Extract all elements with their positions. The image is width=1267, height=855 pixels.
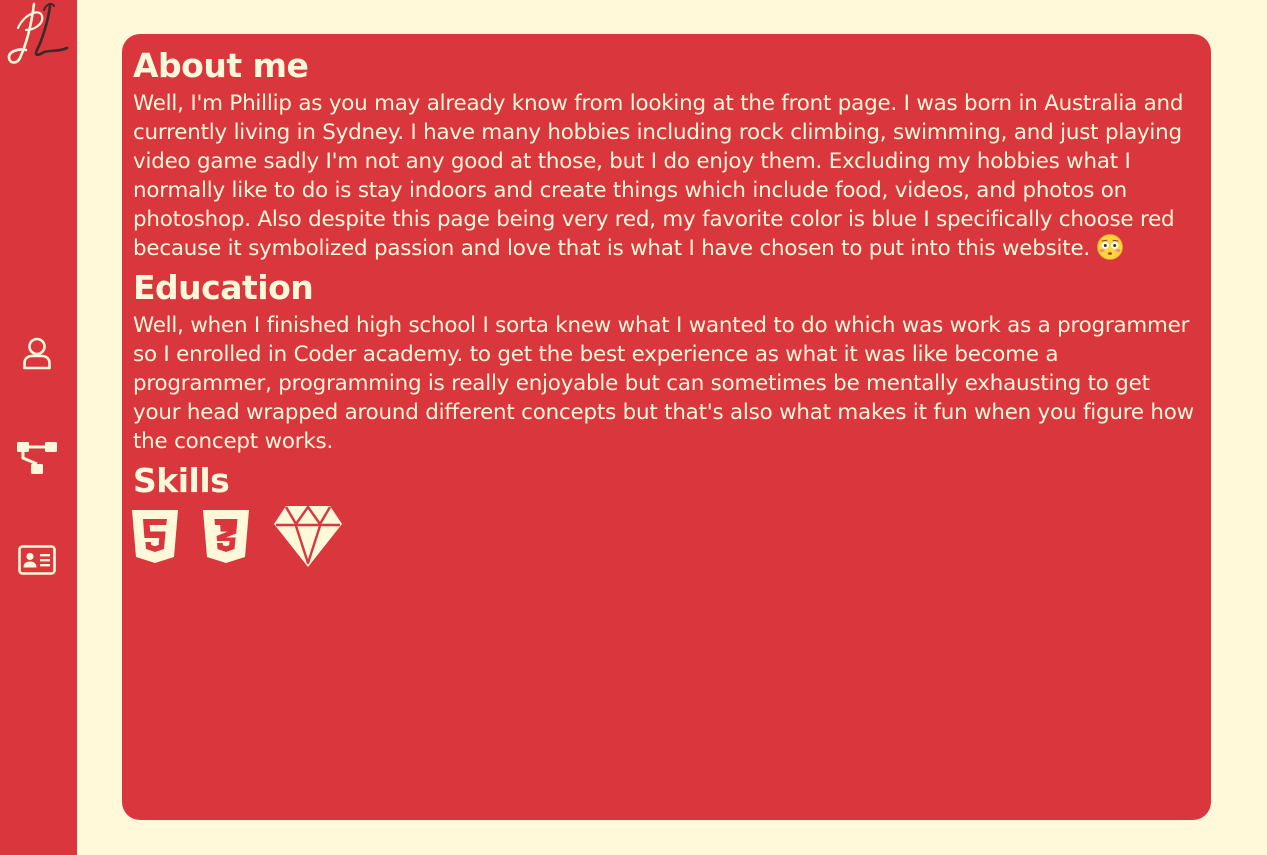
html5-icon — [132, 510, 178, 563]
education-text: Well, when I finished high school I sort… — [133, 313, 1194, 454]
education-section: Education Well, when I finished high sch… — [133, 266, 1201, 456]
nav-item-about[interactable] — [14, 331, 60, 377]
about-section: About me Well, I'm Phillip as you may al… — [133, 44, 1201, 263]
site-logo[interactable] — [4, 0, 70, 68]
about-card: About me Well, I'm Phillip as you may al… — [122, 34, 1211, 820]
about-heading: About me — [133, 46, 309, 85]
skills-section: Skills — [132, 459, 1201, 567]
about-text: Well, I'm Phillip as you may already kno… — [133, 89, 1201, 263]
sidebar — [0, 0, 77, 855]
flushed-face-emoji — [1096, 234, 1123, 260]
id-card-icon — [18, 545, 56, 575]
nav-item-contact[interactable] — [14, 537, 60, 583]
nav-item-projects[interactable] — [14, 434, 60, 480]
pl-logo-icon — [7, 2, 69, 64]
about-body: Well, I'm Phillip as you may already kno… — [133, 91, 1184, 261]
skills-heading: Skills — [133, 461, 230, 500]
skills-icons — [132, 506, 1201, 567]
user-icon — [23, 337, 51, 370]
ruby-gem-icon — [274, 506, 342, 567]
css3-icon — [203, 510, 249, 563]
education-heading: Education — [133, 268, 314, 307]
sitemap-icon — [17, 442, 57, 474]
